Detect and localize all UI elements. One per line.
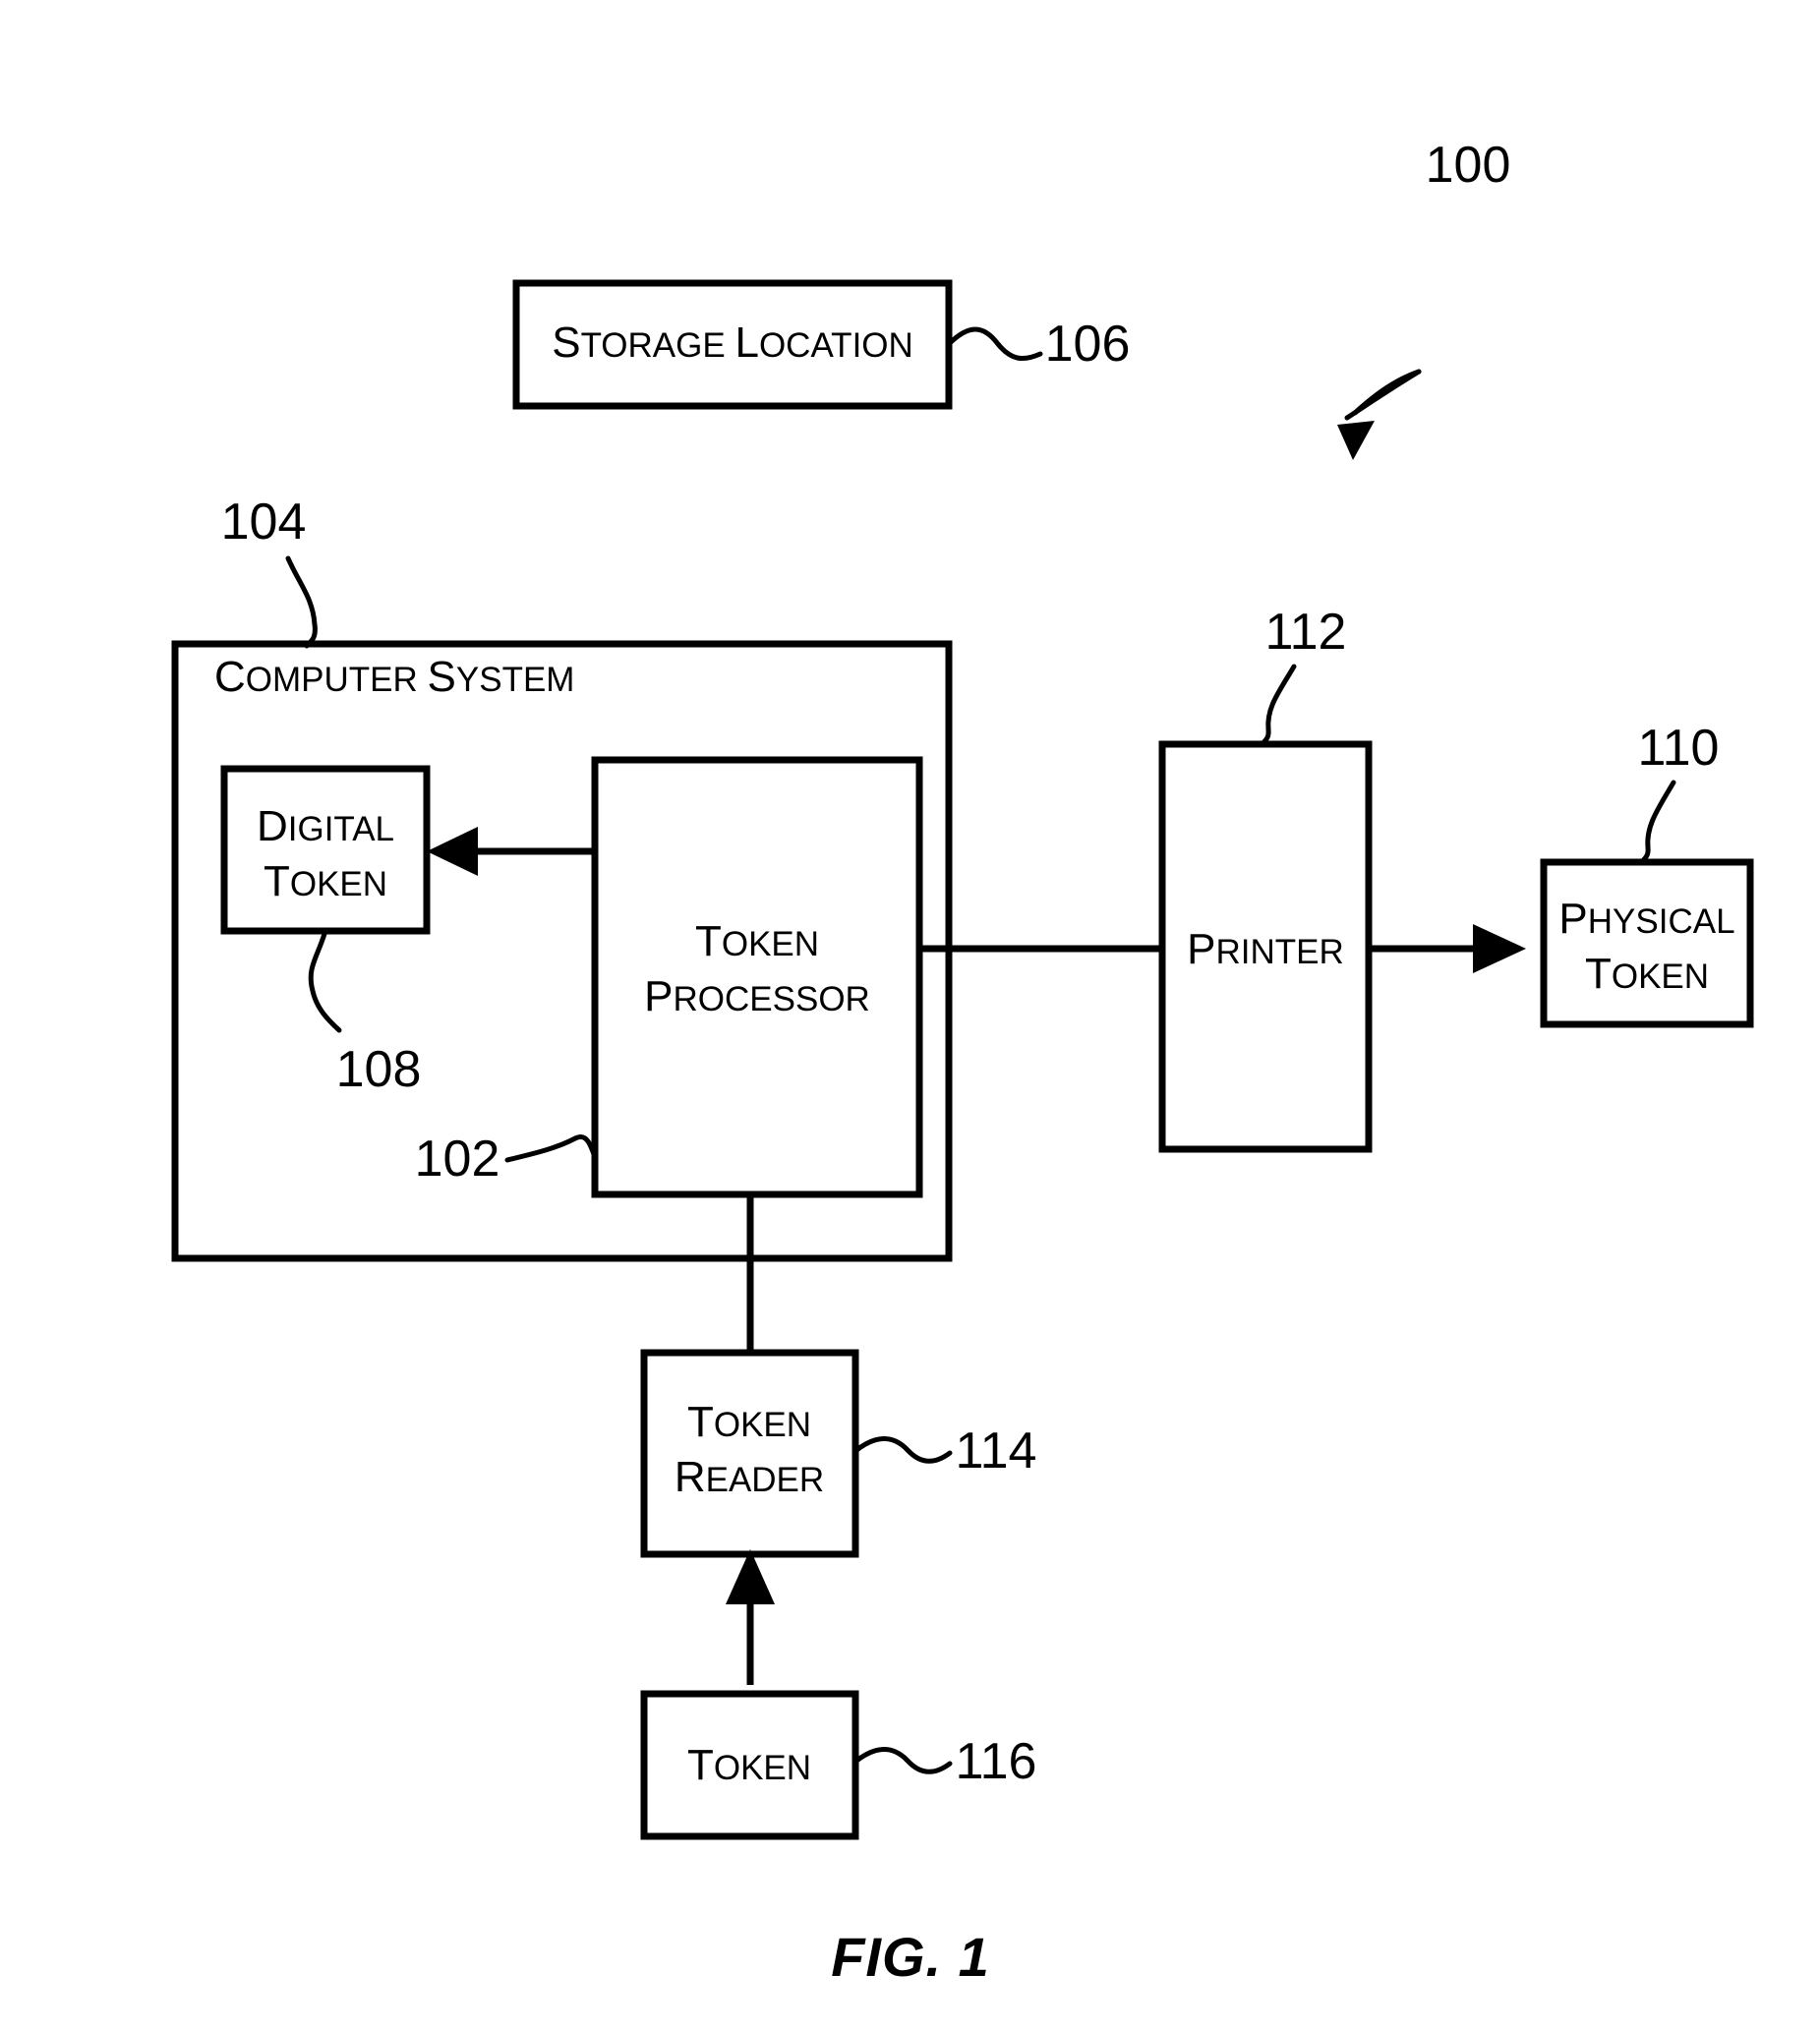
token-reader-label-r: R — [675, 1453, 706, 1501]
token-block[interactable]: TOKEN 116 — [640, 1690, 1037, 1840]
storage-location-label-l: L — [734, 319, 758, 367]
digital-token-label-line2: TOKEN — [264, 857, 387, 905]
ref-112: 112 — [1265, 604, 1347, 661]
processor-to-digital-token-arrow — [427, 827, 595, 876]
computer-system-label-omputer: OMPUTER — [246, 661, 428, 699]
printer-label-p: P — [1187, 925, 1215, 973]
token-processor-label-line2: PROCESSOR — [644, 972, 870, 1020]
ref-114-leader — [852, 1436, 953, 1464]
ref-112-leader — [1259, 664, 1297, 748]
system-ref-callout: 100 — [1337, 137, 1510, 460]
ref-108: 108 — [336, 1041, 422, 1098]
printer-to-physical-token-arrow — [1369, 924, 1526, 973]
ref-108-leader — [308, 931, 342, 1033]
token-reader-label-oken: OKEN — [714, 1406, 811, 1444]
ref-102: 102 — [415, 1131, 500, 1188]
computer-system-label-s: S — [428, 653, 456, 701]
token-processor-label-line1: TOKEN — [695, 917, 819, 965]
ref-110: 110 — [1638, 720, 1720, 777]
printer-to-physical-token-arrowhead — [1473, 924, 1526, 973]
physical-token-block[interactable]: PHYSICAL TOKEN 110 — [1540, 720, 1754, 1028]
physical-token-label-line2: TOKEN — [1585, 950, 1709, 998]
physical-token-label-oken: OKEN — [1612, 957, 1709, 996]
token-label: TOKEN — [687, 1741, 811, 1789]
ref-116-leader — [852, 1747, 953, 1774]
storage-location-label-torage: TORAGE — [581, 326, 735, 365]
computer-system-label-ystem: YSTEM — [456, 661, 575, 699]
storage-location-label: STORAGE LOCATION — [552, 319, 913, 367]
storage-location-block[interactable]: STORAGE LOCATION 106 — [512, 279, 1131, 410]
digital-token-box[interactable] — [220, 765, 431, 935]
processor-to-digital-token-arrowhead — [427, 827, 478, 876]
token-processor-label-oken: OKEN — [722, 925, 819, 963]
ref-104-leader — [285, 555, 318, 649]
token-reader-block[interactable]: TOKEN READER 114 — [640, 1349, 1037, 1558]
physical-token-label-t: T — [1585, 950, 1612, 998]
token-processor-block[interactable]: TOKEN PROCESSOR 102 — [415, 756, 923, 1198]
system-ref-arrowhead — [1337, 421, 1375, 460]
ref-110-leader — [1638, 780, 1676, 866]
ref-116: 116 — [956, 1733, 1037, 1790]
token-label-t: T — [687, 1741, 714, 1789]
ref-106-leader — [946, 326, 1043, 362]
token-reader-label-line1: TOKEN — [687, 1398, 811, 1446]
digital-token-label-t: T — [264, 857, 290, 905]
token-processor-label-rocessor: ROCESSOR — [674, 980, 870, 1018]
token-reader-label-t: T — [687, 1398, 714, 1446]
digital-token-label-oken: OKEN — [290, 865, 387, 903]
digital-token-block[interactable]: DIGITAL TOKEN 108 — [220, 765, 431, 1098]
digital-token-label-line1: DIGITAL — [257, 802, 394, 850]
physical-token-label-p: P — [1558, 895, 1587, 943]
printer-label: PRINTER — [1187, 925, 1344, 973]
physical-token-box[interactable] — [1540, 858, 1754, 1028]
ref-106: 106 — [1045, 316, 1131, 373]
digital-token-label-d: D — [257, 802, 288, 850]
computer-system-label: COMPUTER SYSTEM — [214, 653, 574, 701]
figure-canvas: 100 STORAGE LOCATION 106 COMPUTER SYSTEM… — [171, 137, 1754, 1988]
storage-location-label-ocation: OCATION — [759, 326, 913, 365]
ref-102-leader — [504, 1134, 599, 1163]
token-processor-label-p: P — [644, 972, 673, 1020]
computer-system-label-c: C — [214, 653, 246, 701]
token-label-oken: OKEN — [714, 1749, 811, 1787]
patent-figure: 100 STORAGE LOCATION 106 COMPUTER SYSTEM… — [0, 0, 1820, 2031]
storage-location-label-s: S — [552, 319, 580, 367]
figure-caption: FIG. 1 — [831, 1926, 990, 1988]
token-processor-label-t: T — [695, 917, 722, 965]
digital-token-label-igital: IGITAL — [288, 810, 394, 848]
token-reader-label-line2: READER — [675, 1453, 824, 1501]
physical-token-label-hysical: HYSICAL — [1588, 902, 1735, 941]
ref-114: 114 — [956, 1422, 1037, 1480]
ref-104: 104 — [221, 493, 307, 551]
physical-token-label-line1: PHYSICAL — [1558, 895, 1734, 943]
printer-label-rinter: RINTER — [1216, 933, 1344, 971]
printer-block[interactable]: PRINTER 112 — [1158, 604, 1373, 1153]
ref-100: 100 — [1426, 137, 1511, 194]
token-to-reader-arrow — [726, 1549, 775, 1685]
token-reader-label-eader: EADER — [706, 1461, 825, 1499]
